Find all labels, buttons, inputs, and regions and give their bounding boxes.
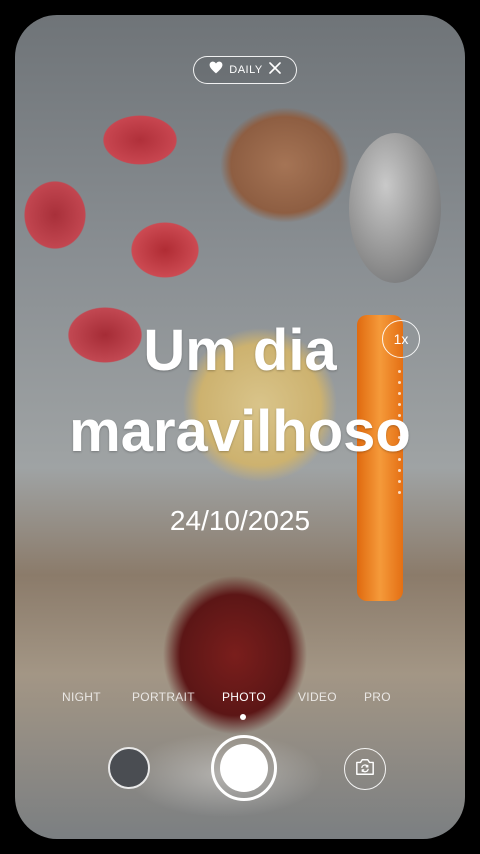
daily-chip-label: DAILY [229, 64, 263, 76]
mode-portrait[interactable]: PORTRAIT [132, 690, 195, 704]
shutter-button[interactable] [211, 735, 277, 801]
mode-photo[interactable]: PHOTO [222, 690, 266, 704]
camera-mode-selector[interactable]: NIGHT PORTRAIT PHOTO VIDEO PRO [0, 690, 480, 710]
zoom-label: 1x [393, 331, 409, 347]
mode-video[interactable]: VIDEO [298, 690, 337, 704]
camera-flip-icon [354, 757, 376, 782]
zoom-slider-track[interactable] [398, 370, 401, 510]
active-mode-indicator [240, 714, 246, 720]
gallery-thumbnail[interactable] [108, 747, 150, 789]
mode-night[interactable]: NIGHT [62, 690, 101, 704]
overlay-date: 24/10/2025 [169, 505, 311, 536]
daily-chip[interactable]: DAILY [193, 56, 297, 84]
spoon-bowl [349, 133, 441, 283]
close-icon[interactable] [268, 61, 281, 79]
zoom-button[interactable]: 1x [382, 320, 420, 358]
heart-icon [209, 61, 223, 79]
overlay-title-line-2: maravilhoso [69, 399, 411, 464]
mode-pro[interactable]: PRO [364, 690, 391, 704]
camera-flip-button[interactable] [344, 748, 386, 790]
